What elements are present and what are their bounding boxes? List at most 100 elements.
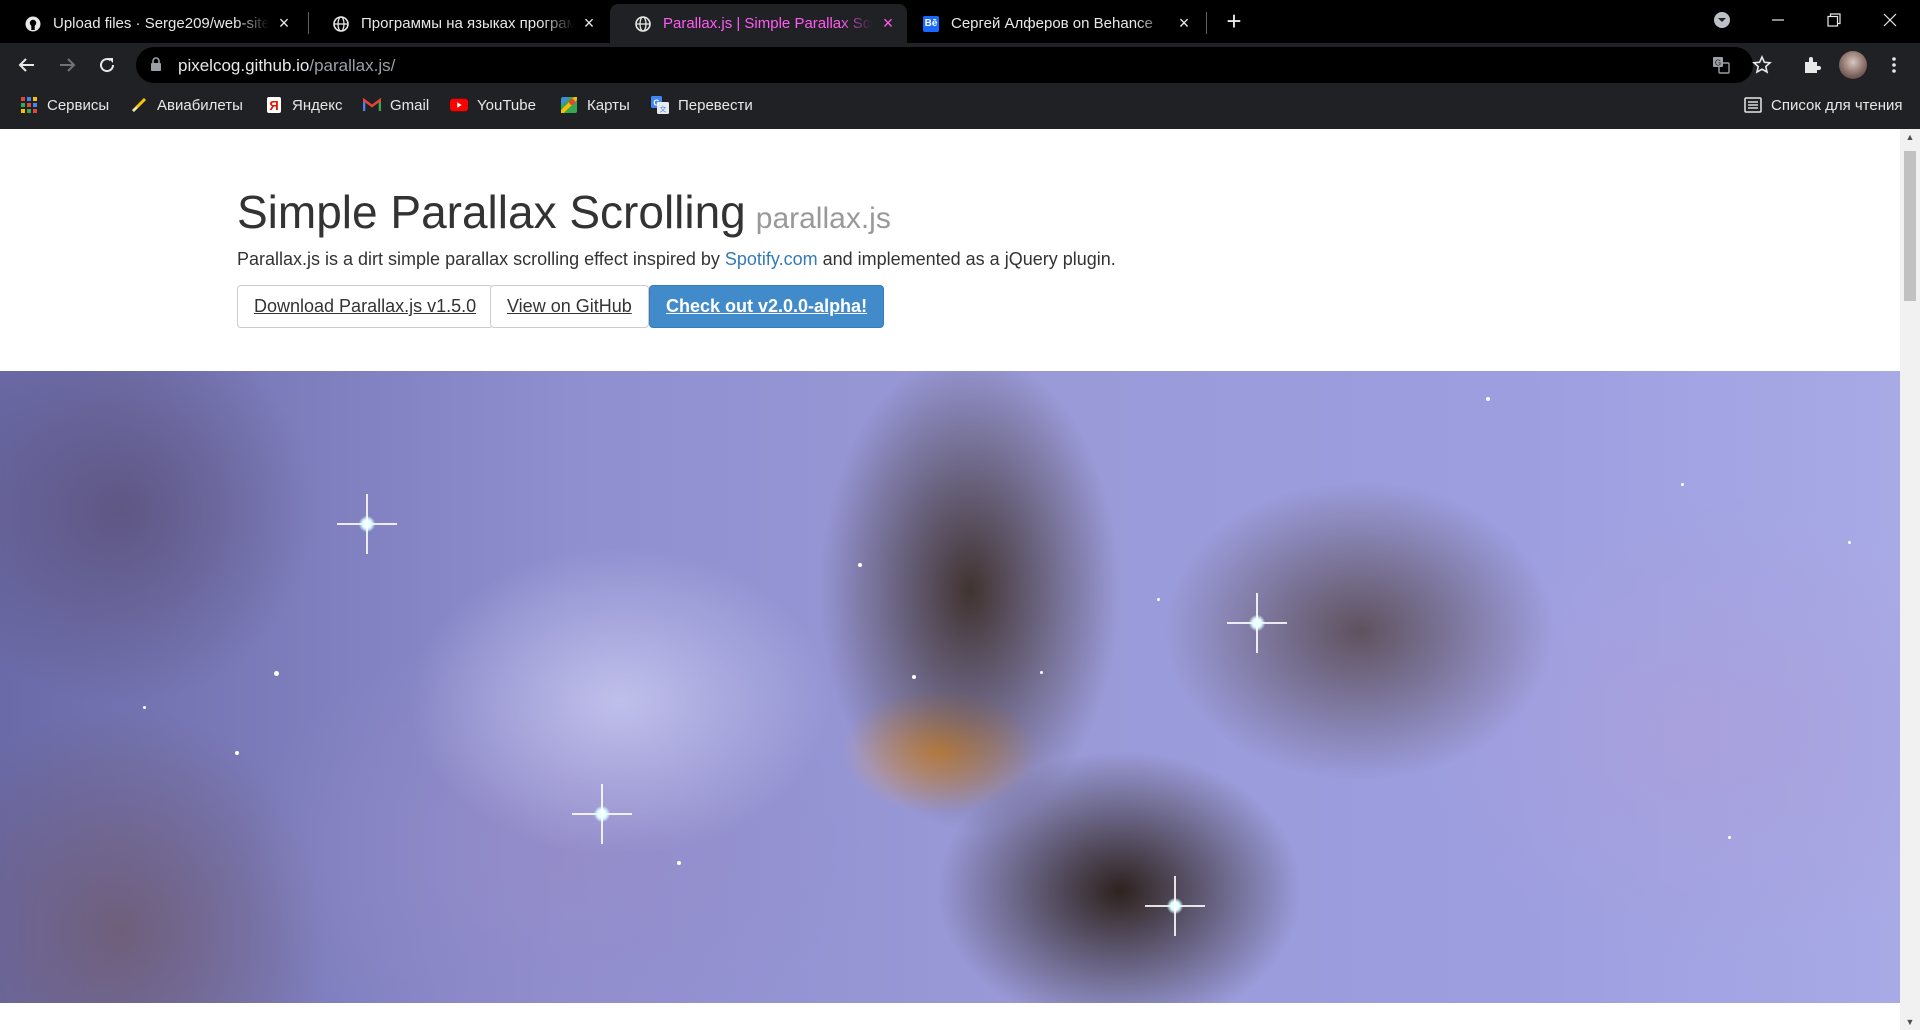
globe-icon (333, 15, 349, 32)
star-core (359, 516, 375, 532)
download-button[interactable]: Download Parallax.js v1.5.0 (237, 285, 494, 328)
bookmark-label: Авиабилеты (157, 96, 243, 114)
back-icon[interactable] (13, 51, 41, 79)
plane-icon (130, 96, 148, 114)
url-path: /parallax.js/ (309, 56, 396, 75)
tab-programs[interactable]: Программы на языках программирования × (308, 4, 608, 43)
bookmark-services[interactable]: Сервисы (20, 87, 109, 123)
star (1681, 483, 1684, 486)
close-icon[interactable]: × (275, 14, 293, 33)
gmail-icon (363, 96, 381, 114)
maps-icon (560, 96, 578, 114)
bookmark-translate[interactable]: G文 Перевести (651, 87, 753, 123)
star (912, 675, 916, 679)
reading-list-icon (1744, 96, 1762, 114)
url-text: pixelcog.github.io/parallax.js/ (178, 56, 395, 76)
extensions-icon[interactable] (1798, 51, 1826, 79)
minimize-icon[interactable] (1750, 0, 1806, 40)
menu-dots-icon[interactable] (1880, 51, 1908, 79)
lead-paragraph: Parallax.js is a dirt simple parallax sc… (237, 249, 1116, 270)
star (143, 706, 146, 709)
browser-toolbar: pixelcog.github.io/parallax.js/ G (0, 43, 1920, 87)
youtube-icon (450, 96, 468, 114)
star (235, 751, 239, 755)
bookmarks-bar: Сервисы Авиабилеты Я Яндекс Gmail YouTub… (0, 87, 1920, 129)
star-flare (1227, 593, 1287, 653)
globe-icon (635, 15, 651, 32)
browser-window: Upload files · Serge209/web-site × Прогр… (0, 0, 1920, 1030)
bookmark-aviabilety[interactable]: Авиабилеты (130, 87, 243, 123)
bookmark-youtube[interactable]: YouTube (450, 87, 536, 123)
bookmark-label: Gmail (390, 96, 430, 114)
spotify-link[interactable]: Spotify.com (725, 249, 818, 269)
tab-title: Parallax.js | Simple Parallax Scrolling (663, 15, 873, 32)
url-host: pixelcog.github.io (178, 56, 310, 75)
scroll-down-icon[interactable]: ▼ (1900, 1014, 1920, 1030)
apps-grid-icon (20, 96, 38, 114)
page-subtitle: parallax.js (755, 202, 891, 235)
close-icon[interactable]: × (580, 14, 598, 33)
lead-text-before: Parallax.js is a dirt simple parallax sc… (237, 249, 725, 269)
parallax-hero-image (0, 371, 1900, 1003)
forward-icon[interactable] (53, 51, 81, 79)
star (1848, 541, 1851, 544)
page-scrollbar[interactable]: ▲ ▼ (1900, 129, 1920, 1030)
tab-search-icon[interactable] (1694, 0, 1750, 40)
star-core (1167, 898, 1183, 914)
page-viewport: Simple Parallax Scrolling parallax.js Par… (0, 129, 1900, 1030)
new-tab-button[interactable]: + (1220, 8, 1248, 36)
address-bar[interactable]: pixelcog.github.io/parallax.js/ G (136, 47, 1753, 83)
star (1728, 836, 1731, 839)
star-core (1249, 615, 1265, 631)
star (1157, 598, 1160, 601)
profile-avatar[interactable] (1839, 51, 1867, 79)
translate-page-icon[interactable]: G (1712, 56, 1730, 74)
close-icon[interactable]: × (1175, 14, 1193, 33)
star-flare (337, 494, 397, 554)
bookmark-star-icon[interactable] (1748, 51, 1776, 79)
tab-parallax-active[interactable]: Parallax.js | Simple Parallax Scrolling … (610, 4, 907, 43)
yandex-icon: Я (265, 96, 283, 114)
bookmark-label: Карты (587, 96, 630, 114)
close-window-icon[interactable] (1862, 0, 1918, 40)
reading-list-label: Список для чтения (1771, 96, 1903, 114)
star (858, 563, 862, 567)
view-on-github-button[interactable]: View on GitHub (490, 285, 649, 328)
translate-icon: G文 (651, 96, 669, 114)
github-icon (25, 16, 41, 32)
tab-behance[interactable]: Bē Сергей Алферов on Behance × (898, 4, 1203, 43)
tab-title: Upload files · Serge209/web-site (53, 15, 269, 32)
page-title-text: Simple Parallax Scrolling (237, 186, 746, 238)
tab-title: Программы на языках программирования (361, 15, 574, 32)
reload-icon[interactable] (93, 51, 121, 79)
star-flare (572, 784, 632, 844)
restore-icon[interactable] (1806, 0, 1862, 40)
behance-icon: Bē (923, 15, 939, 32)
bookmark-label: Перевести (678, 96, 753, 114)
svg-text:文: 文 (660, 105, 667, 114)
star (274, 671, 279, 676)
close-icon[interactable]: × (879, 14, 897, 33)
tab-separator (1206, 12, 1207, 34)
reading-list-button[interactable]: Список для чтения (1744, 87, 1903, 123)
bookmark-yandex[interactable]: Я Яндекс (265, 87, 342, 123)
svg-text:Я: Я (269, 98, 278, 113)
bookmark-label: Сервисы (47, 96, 110, 114)
scroll-up-icon[interactable]: ▲ (1900, 129, 1920, 145)
bookmark-label: YouTube (477, 96, 536, 114)
star-flare (1145, 876, 1205, 936)
tab-strip: Upload files · Serge209/web-site × Прогр… (0, 0, 1920, 43)
tab-title: Сергей Алферов on Behance (951, 15, 1153, 32)
lock-icon[interactable] (150, 57, 162, 77)
star-core (594, 806, 610, 822)
star (1486, 397, 1490, 401)
star (677, 861, 681, 865)
bookmark-maps[interactable]: Карты (560, 87, 630, 123)
check-out-alpha-button[interactable]: Check out v2.0.0-alpha! (649, 285, 885, 328)
star (1040, 671, 1043, 674)
scrollbar-thumb[interactable] (1904, 151, 1916, 301)
page-title: Simple Parallax Scrolling parallax.js (237, 185, 891, 239)
tab-upload-files[interactable]: Upload files · Serge209/web-site × (0, 4, 303, 43)
svg-text:G: G (1715, 59, 1721, 68)
bookmark-gmail[interactable]: Gmail (363, 87, 429, 123)
